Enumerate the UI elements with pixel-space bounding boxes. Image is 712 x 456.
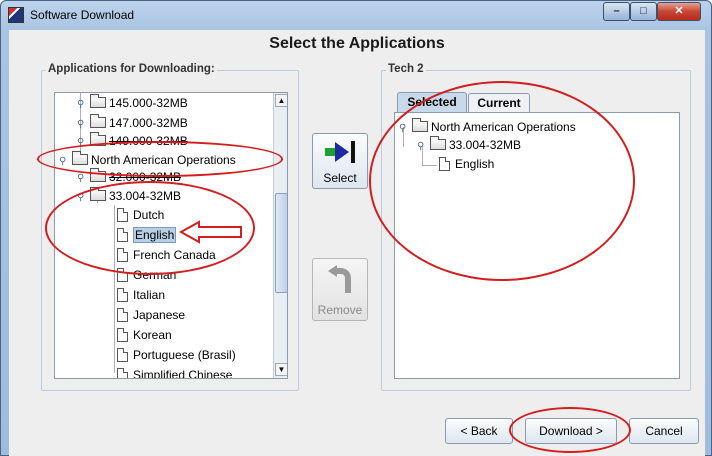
scroll-up-icon[interactable]: ▲: [275, 94, 287, 107]
tree-connector: [114, 205, 115, 373]
tree-node-portuguese[interactable]: Portuguese (Brasil): [117, 346, 236, 364]
tree-node-33004-32mb[interactable]: ⚲ 33.004-32MB: [77, 187, 181, 205]
document-icon: [117, 228, 128, 242]
tech2-group-label: Tech 2: [386, 63, 426, 75]
page-title: Select the Applications: [269, 35, 445, 52]
scroll-down-icon[interactable]: ▼: [275, 363, 287, 376]
remove-button-label: Remove: [317, 303, 363, 317]
document-icon: [117, 308, 128, 322]
tree-node-folder[interactable]: ⚲ 32.000-32MB: [77, 168, 181, 186]
tree-node-folder[interactable]: ⚲ 147.000-32MB: [77, 114, 188, 132]
dialog-body: Select the Applications Applications for…: [9, 30, 705, 456]
folder-icon: [72, 151, 88, 165]
folder-icon: [90, 187, 106, 201]
document-icon: [117, 368, 128, 378]
annotation-arrow-icon: [179, 220, 242, 244]
tree-node-korean[interactable]: Korean: [117, 326, 172, 344]
arrow-right-to-bar-icon: [325, 141, 355, 163]
tree-node-folder[interactable]: ⚲ 145.000-32MB: [77, 94, 188, 112]
curved-arrow-back-icon: [328, 265, 351, 293]
collapse-key-icon[interactable]: ⚲: [417, 138, 427, 156]
tree-node-north-american-operations[interactable]: ⚲ North American Operations: [399, 118, 576, 136]
minimize-icon: –: [613, 5, 620, 17]
select-button-label: Select: [323, 171, 357, 185]
expand-key-icon[interactable]: ⚲: [77, 96, 87, 114]
maximize-button[interactable]: □: [630, 2, 657, 21]
expand-key-icon[interactable]: ⚲: [77, 170, 87, 188]
maximize-icon: □: [640, 5, 647, 17]
download-button[interactable]: Download >: [525, 418, 617, 444]
title-bar[interactable]: Software Download – □ ✕: [1, 1, 711, 29]
java-app-icon: [8, 7, 24, 23]
folder-icon: [90, 94, 106, 108]
collapse-key-icon[interactable]: ⚲: [77, 189, 87, 207]
document-icon: [117, 348, 128, 362]
document-icon: [117, 208, 128, 222]
scroll-thumb[interactable]: [275, 193, 287, 293]
folder-icon: [90, 168, 106, 182]
window-title: Software Download: [30, 8, 135, 22]
tree-scrollbar[interactable]: ▲ ▼: [273, 93, 287, 378]
document-icon: [117, 268, 128, 282]
document-icon: [439, 157, 450, 171]
tree-node-french-canada[interactable]: French Canada: [117, 246, 216, 264]
selected-tree[interactable]: ⚲ North American Operations ⚲ 33.004-32MB …: [394, 112, 680, 379]
back-button[interactable]: < Back: [445, 418, 513, 444]
software-download-window: Software Download – □ ✕ Select the Appli…: [0, 0, 712, 456]
tab-selected[interactable]: Selected: [397, 92, 467, 112]
document-icon: [117, 288, 128, 302]
folder-icon: [430, 136, 446, 150]
close-icon: ✕: [674, 5, 684, 17]
tab-current[interactable]: Current: [468, 93, 530, 113]
tree-node-english[interactable]: English: [439, 155, 494, 173]
select-button[interactable]: Select: [312, 133, 368, 189]
tree-node-italian[interactable]: Italian: [117, 286, 165, 304]
minimize-button[interactable]: –: [603, 2, 630, 21]
tree-node-dutch[interactable]: Dutch: [117, 206, 164, 224]
tree-node-33004-32mb[interactable]: ⚲ 33.004-32MB: [417, 136, 521, 154]
expand-key-icon[interactable]: ⚲: [77, 134, 87, 152]
applications-group-label: Applications for Downloading:: [46, 63, 217, 75]
applications-tree[interactable]: ⚲ 145.000-32MB ⚲ 147.000-32MB ⚲ 149.000-32M…: [54, 92, 288, 379]
tree-node-north-american-operations[interactable]: ⚲ North American Operations: [59, 151, 236, 169]
tree-node-german[interactable]: German: [117, 266, 176, 284]
collapse-key-icon[interactable]: ⚲: [399, 120, 409, 138]
folder-icon: [90, 114, 106, 128]
remove-button[interactable]: Remove: [312, 258, 368, 321]
tree-node-english[interactable]: English: [117, 226, 177, 244]
applications-group: Applications for Downloading: ⚲ 145.000-3…: [41, 63, 299, 391]
document-icon: [117, 248, 128, 262]
folder-icon: [412, 118, 428, 132]
tech2-group: Tech 2 Selected Current ⚲ North American …: [381, 63, 691, 391]
document-icon: [117, 328, 128, 342]
tree-node-simplified-chinese[interactable]: Simplified Chinese: [117, 366, 232, 378]
close-button[interactable]: ✕: [657, 2, 701, 21]
tree-connector: [422, 165, 437, 166]
tree-node-folder[interactable]: ⚲ 149.000-32MB: [77, 132, 188, 150]
cancel-button[interactable]: Cancel: [629, 418, 699, 444]
collapse-key-icon[interactable]: ⚲: [59, 153, 69, 171]
tree-node-japanese[interactable]: Japanese: [117, 306, 185, 324]
folder-icon: [90, 132, 106, 146]
